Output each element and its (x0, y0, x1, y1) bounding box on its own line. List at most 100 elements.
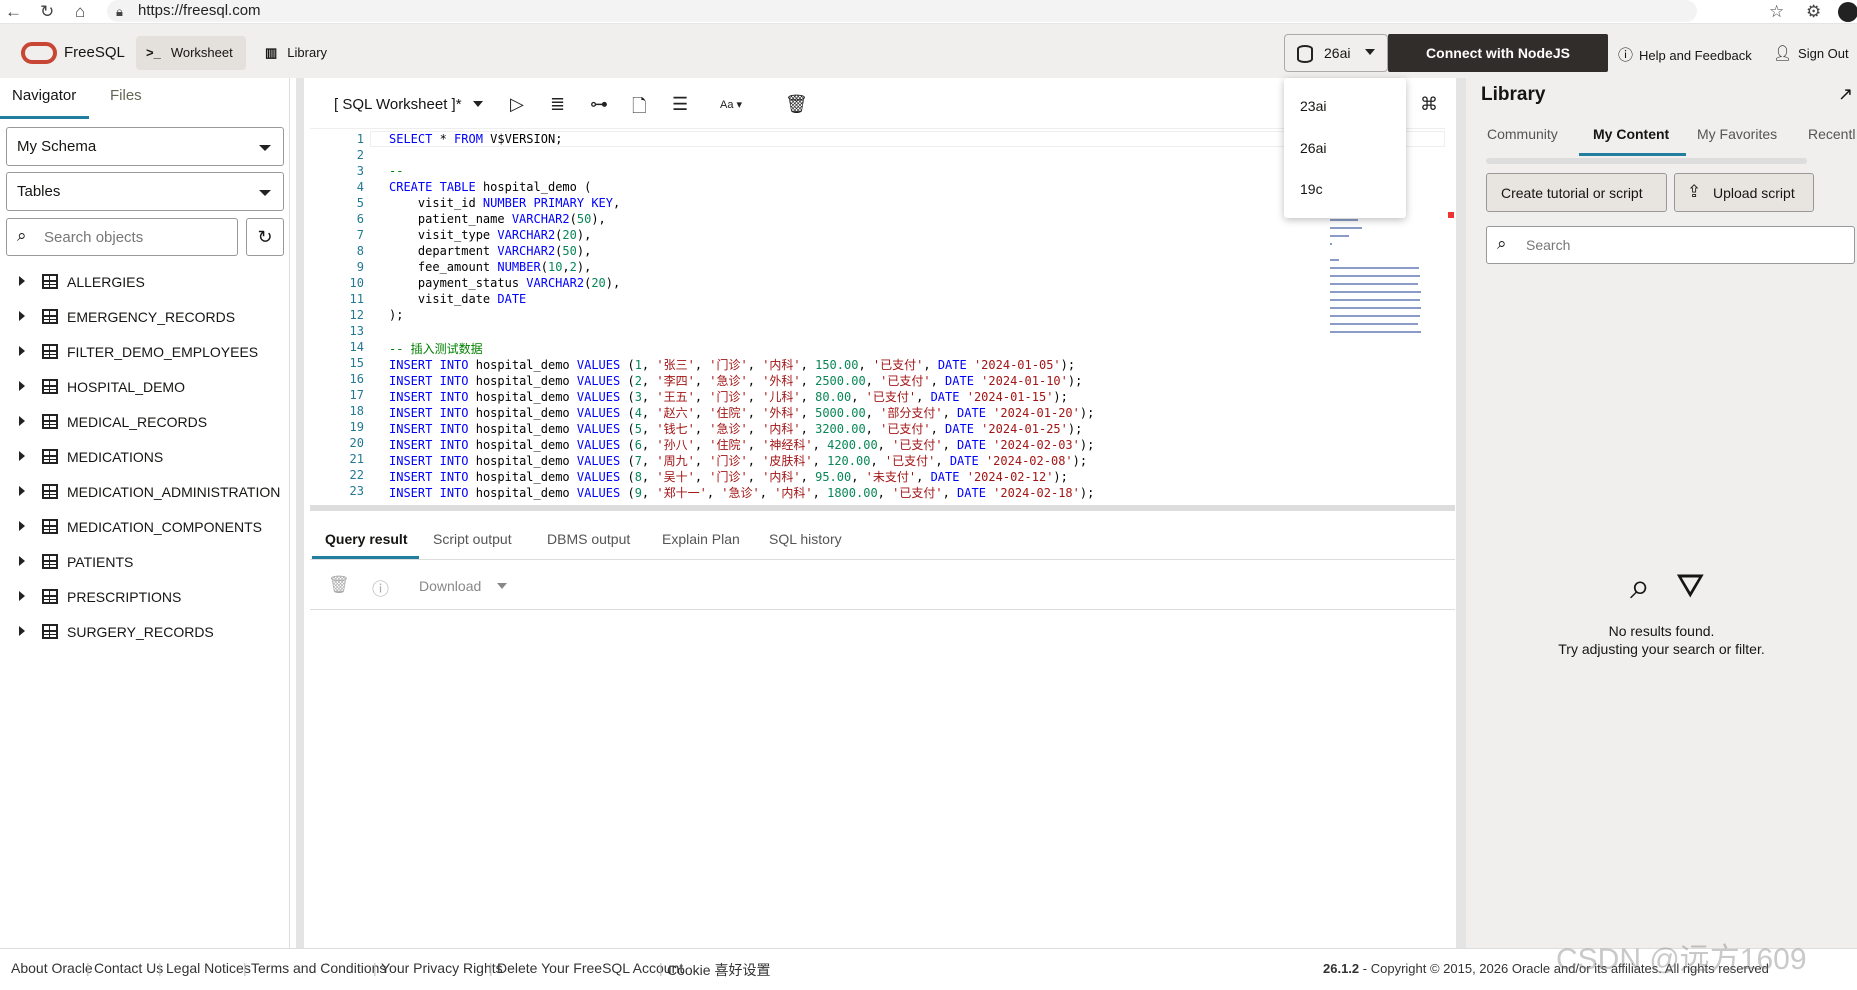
db-version-select[interactable]: 26ai (1284, 34, 1388, 72)
footer-link[interactable]: Your Privacy Rights (381, 960, 503, 976)
tree-item[interactable]: EMERGENCY_RECORDS (0, 302, 290, 332)
expand-arrow-icon[interactable] (19, 346, 25, 356)
upload-label: Upload script (1713, 185, 1795, 201)
home-icon[interactable]: ⌂ (75, 2, 85, 22)
expand-arrow-icon[interactable] (19, 486, 25, 496)
tree-item[interactable]: PRESCRIPTIONS (0, 582, 290, 612)
extensions-icon[interactable]: ⚙ (1806, 2, 1821, 22)
nav-tab-library[interactable]: ▥ Library (255, 36, 335, 70)
tab-files[interactable]: Files (110, 87, 142, 104)
footer-separator: | (489, 960, 493, 976)
footer-separator: | (373, 960, 377, 976)
help-feedback-link[interactable]: ⓘ Help and Feedback (1618, 44, 1752, 65)
tree-item[interactable]: MEDICATION_COMPONENTS (0, 512, 290, 542)
tab-sql-history[interactable]: SQL history (769, 531, 842, 547)
url-text[interactable]: https://freesql.com (138, 2, 261, 19)
left-splitter[interactable] (296, 78, 304, 948)
profile-avatar[interactable] (1838, 2, 1857, 22)
db-version-value: 26ai (1324, 45, 1351, 61)
table-icon (42, 484, 58, 499)
tab-dbms-output[interactable]: DBMS output (547, 531, 630, 547)
schema-value: My Schema (17, 138, 97, 155)
line-number: 12 (349, 308, 364, 322)
tree-item[interactable]: MEDICATIONS (0, 442, 290, 472)
expand-arrow-icon[interactable] (19, 381, 25, 391)
tree-item[interactable]: FILTER_DEMO_EMPLOYEES (0, 337, 290, 367)
tab-my-favorites[interactable]: My Favorites (1697, 126, 1777, 142)
tree-item[interactable]: MEDICAL_RECORDS (0, 407, 290, 437)
line-number: 1 (356, 132, 364, 146)
schema-select[interactable]: My Schema (6, 127, 284, 166)
format-icon[interactable]: ☰ (672, 94, 688, 115)
clear-icon[interactable]: 🗑︎ (785, 94, 808, 115)
refresh-button[interactable]: ↻ (246, 218, 284, 256)
find-icon[interactable]: ⌘ (1420, 94, 1438, 115)
footer-link[interactable]: Delete Your FreeSQL Account (497, 960, 683, 976)
active-tab-indicator (0, 116, 89, 119)
back-icon[interactable]: ← (5, 2, 22, 22)
code-line: -- 插入测试数据 (389, 342, 483, 356)
library-search-input[interactable]: ⌕ Search (1486, 226, 1855, 264)
nav-tab-worksheet[interactable]: >_ Worksheet (136, 36, 246, 70)
save-file-icon[interactable]: 🗋︎ (632, 94, 646, 124)
worksheet-title[interactable]: [ SQL Worksheet ]* (334, 96, 462, 113)
upload-script-button[interactable]: ⇪ Upload script (1674, 173, 1814, 212)
expand-arrow-icon[interactable] (19, 276, 25, 286)
right-splitter[interactable] (1456, 78, 1466, 948)
expand-arrow-icon[interactable] (19, 591, 25, 601)
run-script-icon[interactable]: ≣ (550, 94, 565, 115)
footer-link[interactable]: Legal Notices (166, 960, 251, 976)
minimap-line (1330, 219, 1358, 221)
object-type-select[interactable]: Tables (6, 172, 284, 211)
tab-recently[interactable]: Recentl (1808, 126, 1855, 142)
code-line: visit_type VARCHAR2(20), (389, 228, 592, 242)
open-external-icon[interactable]: ↗ (1838, 84, 1853, 105)
editor-resize-handle[interactable] (310, 505, 1455, 511)
address-bar[interactable] (107, 0, 1697, 22)
download-button[interactable]: Download (419, 578, 481, 594)
tree-item[interactable]: MEDICATION_ADMINISTRATION (0, 477, 290, 507)
info-icon[interactable]: ⓘ (372, 575, 389, 600)
footer-link[interactable]: Terms and Conditions (251, 960, 386, 976)
site-info-icon[interactable]: 🔒︎ (116, 4, 123, 20)
tabs-scrollbar[interactable] (1486, 158, 1807, 164)
expand-arrow-icon[interactable] (19, 626, 25, 636)
expand-arrow-icon[interactable] (19, 311, 25, 321)
db-option[interactable]: 23ai (1300, 98, 1326, 114)
db-option[interactable]: 26ai (1300, 140, 1326, 156)
oracle-logo[interactable] (21, 42, 57, 64)
sign-out-link[interactable]: 👤︎ Sign Out (1773, 44, 1849, 62)
caret-down-icon (259, 190, 271, 196)
tab-my-content[interactable]: My Content (1593, 126, 1669, 142)
reload-icon[interactable]: ↻ (40, 2, 54, 22)
expand-arrow-icon[interactable] (19, 556, 25, 566)
run-statement-icon[interactable]: ▷ (510, 94, 524, 115)
tab-query-result[interactable]: Query result (325, 531, 407, 547)
tree-item[interactable]: ALLERGIES (0, 267, 290, 297)
footer-link[interactable]: Cookie 喜好设置 (667, 960, 770, 980)
search-objects-input[interactable]: ⌕ Search objects (6, 218, 238, 256)
connect-button[interactable]: Connect with NodeJS (1388, 34, 1608, 72)
object-type-value: Tables (17, 183, 61, 200)
create-tutorial-button[interactable]: Create tutorial or script (1486, 173, 1667, 212)
line-number: 22 (349, 468, 364, 482)
tree-item[interactable]: HOSPITAL_DEMO (0, 372, 290, 402)
caret-down-icon[interactable] (497, 583, 507, 589)
explain-plan-icon[interactable]: ⊶ (590, 94, 608, 115)
tree-item[interactable]: SURGERY_RECORDS (0, 617, 290, 647)
expand-arrow-icon[interactable] (19, 521, 25, 531)
expand-arrow-icon[interactable] (19, 416, 25, 426)
trash-icon[interactable]: 🗑︎ (328, 575, 350, 595)
caret-down-icon[interactable] (473, 101, 483, 107)
tab-explain-plan[interactable]: Explain Plan (662, 531, 740, 547)
tab-navigator[interactable]: Navigator (12, 87, 76, 104)
footer-link[interactable]: Contact Us (94, 960, 163, 976)
tab-script-output[interactable]: Script output (433, 531, 512, 547)
tab-community[interactable]: Community (1487, 126, 1558, 142)
tree-item[interactable]: PATIENTS (0, 547, 290, 577)
font-size-icon[interactable]: Aa ▾ (720, 98, 742, 111)
star-icon[interactable]: ☆ (1769, 2, 1784, 22)
expand-arrow-icon[interactable] (19, 451, 25, 461)
footer-link[interactable]: About Oracle (11, 960, 93, 976)
db-option[interactable]: 19c (1300, 181, 1323, 197)
